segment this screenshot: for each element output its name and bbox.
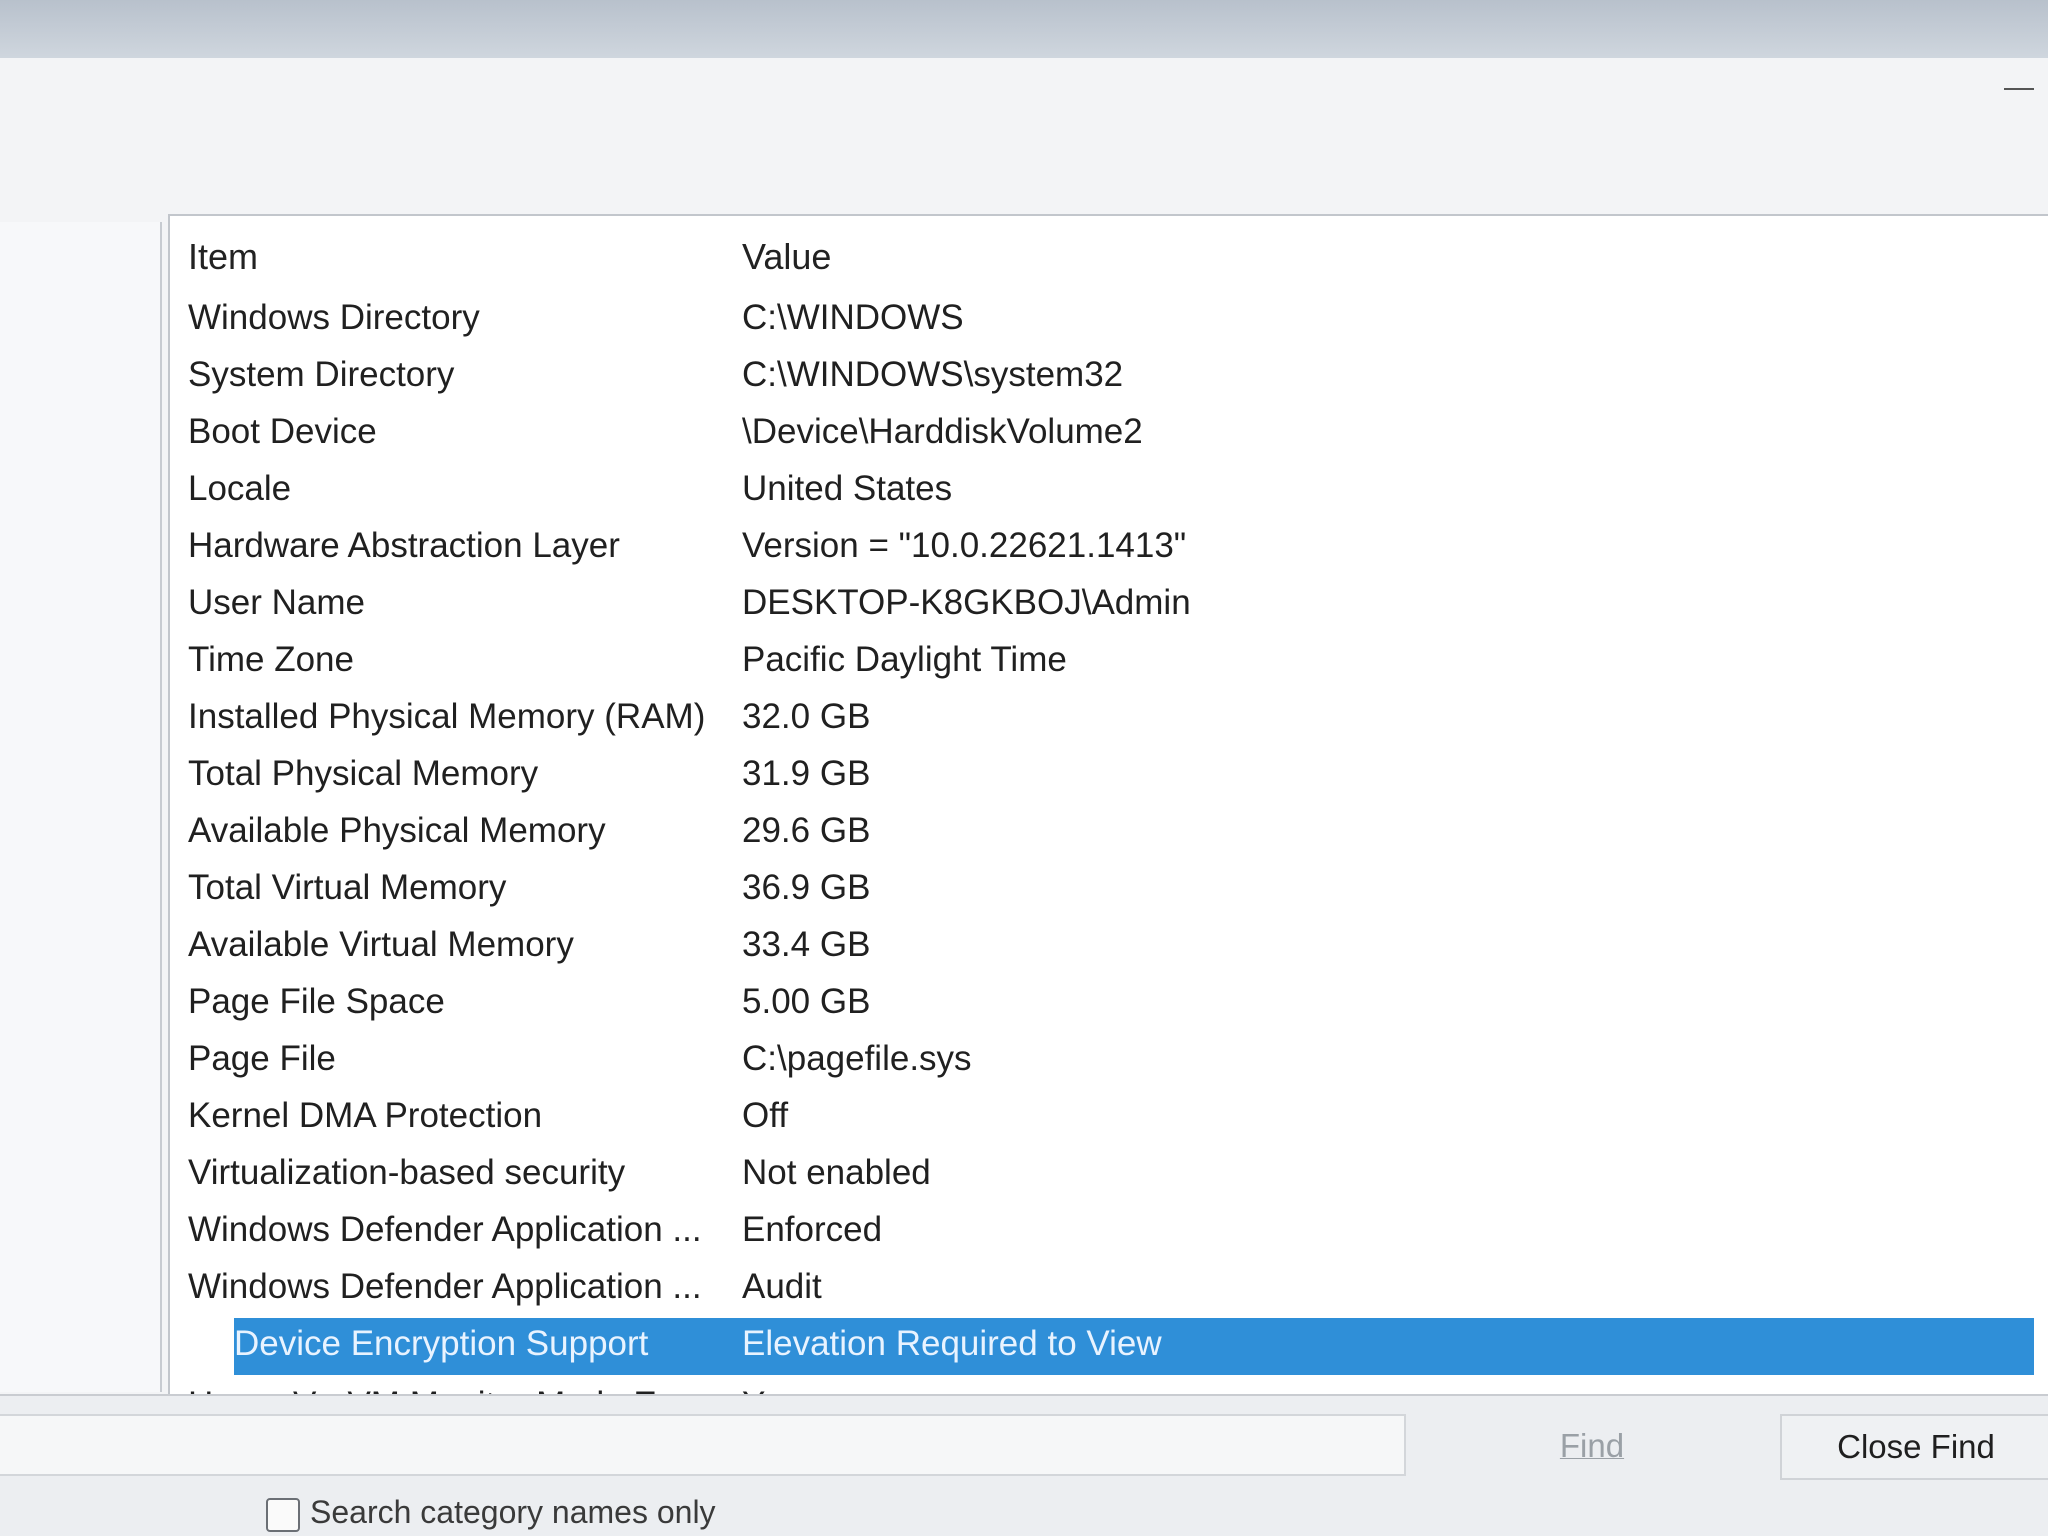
table-row[interactable]: System Directory C:\WINDOWS\system32 <box>170 349 2048 406</box>
minimize-button[interactable] <box>2004 88 2034 90</box>
row-item: Time Zone <box>188 640 354 679</box>
row-value: United States <box>742 469 953 508</box>
row-value: DESKTOP-K8GKBOJ\Admin <box>742 583 1191 622</box>
table-row[interactable]: Page File C:\pagefile.sys <box>170 1033 2048 1090</box>
row-value: 32.0 GB <box>742 697 871 736</box>
row-value: Enforced <box>742 1210 883 1249</box>
table-row[interactable]: User Name DESKTOP-K8GKBOJ\Admin <box>170 577 2048 634</box>
row-value: 36.9 GB <box>742 868 871 907</box>
row-item: Boot Device <box>188 412 377 451</box>
row-item: Available Physical Memory <box>188 811 606 850</box>
row-value: Not enabled <box>742 1153 931 1192</box>
row-value: Audit <box>742 1267 822 1306</box>
row-item: System Directory <box>188 355 455 394</box>
table-row[interactable]: Time Zone Pacific Daylight Time <box>170 634 2048 691</box>
table-row[interactable]: Page File Space 5.00 GB <box>170 976 2048 1033</box>
column-header-value[interactable]: Value <box>742 236 831 278</box>
close-find-button[interactable]: Close Find <box>1780 1414 2048 1480</box>
row-item: Installed Physical Memory (RAM) <box>188 697 706 736</box>
table-row-selected[interactable]: Device Encryption Support Elevation Requi… <box>234 1318 2034 1375</box>
table-row[interactable]: Locale United States <box>170 463 2048 520</box>
search-category-names-checkbox[interactable] <box>266 1498 300 1532</box>
row-value: \Device\HarddiskVolume2 <box>742 412 1143 451</box>
row-item: Kernel DMA Protection <box>188 1096 543 1135</box>
row-item: Windows Defender Application ... <box>188 1267 702 1306</box>
find-bar: Find Close Find Search category names on… <box>0 1394 2048 1536</box>
find-what-input[interactable] <box>0 1414 1406 1476</box>
table-row[interactable]: Windows Directory C:\WINDOWS <box>170 292 2048 349</box>
row-item: Windows Defender Application ... <box>188 1210 702 1249</box>
category-tree-pane[interactable] <box>0 222 162 1392</box>
table-row[interactable]: Installed Physical Memory (RAM) 32.0 GB <box>170 691 2048 748</box>
column-header-item[interactable]: Item <box>188 236 258 278</box>
list-header: Item Value <box>170 236 2048 286</box>
row-item: Hardware Abstraction Layer <box>188 526 620 565</box>
table-row[interactable]: Total Virtual Memory 36.9 GB <box>170 862 2048 919</box>
table-row[interactable]: Available Virtual Memory 33.4 GB <box>170 919 2048 976</box>
row-value: 5.00 GB <box>742 982 871 1021</box>
row-item: Total Physical Memory <box>188 754 539 793</box>
row-value: Off <box>742 1096 789 1135</box>
row-item: Windows Directory <box>188 298 480 337</box>
table-row[interactable]: Kernel DMA Protection Off <box>170 1090 2048 1147</box>
row-item: Locale <box>188 469 292 508</box>
details-rows: Windows Directory C:\WINDOWS System Direc… <box>170 292 2048 1396</box>
row-value: C:\WINDOWS <box>742 298 964 337</box>
table-row[interactable]: Available Physical Memory 29.6 GB <box>170 805 2048 862</box>
find-button[interactable]: Find <box>1522 1418 1662 1474</box>
row-value: 31.9 GB <box>742 754 871 793</box>
row-item: Page File Space <box>188 982 445 1021</box>
row-value: Elevation Required to View <box>742 1324 1162 1363</box>
row-item: Total Virtual Memory <box>188 868 507 907</box>
row-value: 33.4 GB <box>742 925 871 964</box>
row-item: Device Encryption Support <box>234 1324 649 1363</box>
table-row[interactable]: Windows Defender Application ... Audit <box>170 1261 2048 1318</box>
table-row[interactable]: Virtualization-based security Not enabled <box>170 1147 2048 1204</box>
row-item: Virtualization-based security <box>188 1153 626 1192</box>
title-bar <box>0 0 2048 58</box>
row-value: Version = "10.0.22621.1413" <box>742 526 1187 565</box>
table-row[interactable]: Total Physical Memory 31.9 GB <box>170 748 2048 805</box>
row-value: Pacific Daylight Time <box>742 640 1067 679</box>
row-value: C:\pagefile.sys <box>742 1039 972 1078</box>
table-row[interactable]: Boot Device \Device\HarddiskVolume2 <box>170 406 2048 463</box>
row-value: 29.6 GB <box>742 811 871 850</box>
table-row[interactable]: Hardware Abstraction Layer Version = "10.… <box>170 520 2048 577</box>
system-information-window: Item Value Windows Directory C:\WINDOWS S… <box>0 0 2048 1536</box>
table-row[interactable]: Hyper-V - VM Monitor Mode Ex...Yes <box>170 1375 2048 1396</box>
table-row[interactable]: Windows Defender Application ... Enforced <box>170 1204 2048 1261</box>
row-value: C:\WINDOWS\system32 <box>742 355 1124 394</box>
details-list-pane[interactable]: Item Value Windows Directory C:\WINDOWS S… <box>168 214 2048 1396</box>
row-item: Available Virtual Memory <box>188 925 574 964</box>
row-item: User Name <box>188 583 365 622</box>
row-item: Page File <box>188 1039 336 1078</box>
search-category-names-label: Search category names only <box>310 1494 716 1530</box>
